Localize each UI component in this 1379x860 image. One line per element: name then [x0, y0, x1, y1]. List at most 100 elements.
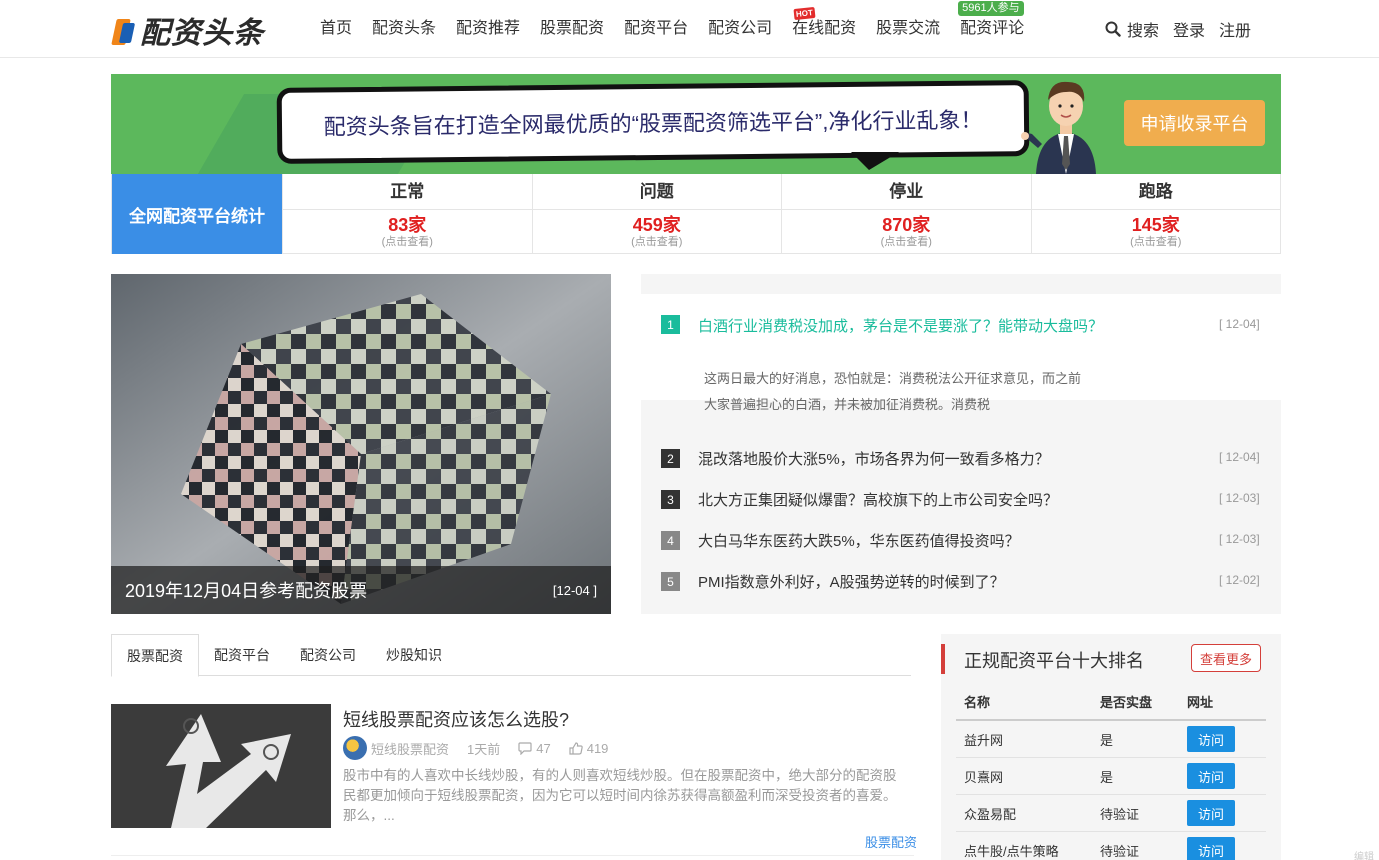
- nav-item-home[interactable]: 首页: [320, 0, 352, 58]
- visit-button[interactable]: 访问: [1187, 800, 1235, 826]
- headline-title[interactable]: 混改落地股价大涨5%，市场各界为何一致看多格力？: [698, 448, 1050, 469]
- article-summary: 股市中有的人喜欢中长线炒股，有的人则喜欢短线炒股。但在股票配资中，绝大部分的配资…: [343, 768, 897, 823]
- stat-closed[interactable]: 停业 870家 (点击查看): [781, 174, 1031, 253]
- stat-hint[interactable]: (点击查看): [1032, 236, 1281, 248]
- stat-normal[interactable]: 正常 83家 (点击查看): [282, 174, 532, 253]
- stats-heading: 全网配资平台统计: [112, 174, 282, 254]
- nav-item-stock-margin[interactable]: 股票配资: [540, 0, 604, 58]
- platform-name: 点牛股/点牛策略: [964, 843, 1059, 859]
- nav-item-online-label: 在线配资: [792, 20, 857, 37]
- real-trading-status: 待验证: [1100, 843, 1140, 859]
- rank-number: 4: [661, 531, 680, 550]
- hot-badge: HOT: [793, 6, 816, 21]
- featured-article-image[interactable]: 2019年12月04日参考配资股票 [12-04 ]: [111, 274, 611, 614]
- register-link[interactable]: 注册: [1219, 17, 1251, 41]
- comment-count-value: 47: [536, 740, 551, 756]
- stat-title: 跑路: [1031, 174, 1280, 210]
- site-header: 配资头条 首页 配资头条 配资推荐 股票配资 配资平台 配资公司 HOT 在线配…: [0, 0, 1379, 58]
- table-row: 点牛股/点牛策略 待验证 访问: [956, 832, 1266, 860]
- visit-button[interactable]: 访问: [1187, 837, 1235, 860]
- view-more-button[interactable]: 查看更多: [1191, 644, 1261, 672]
- headline-date: [ 12-03]: [1219, 532, 1260, 546]
- apply-listing-button[interactable]: 申请收录平台: [1124, 100, 1265, 146]
- nav-item-exchange[interactable]: 股票交流: [876, 0, 940, 58]
- logo-text: 配资头条: [140, 17, 264, 50]
- tab-platforms[interactable]: 配资平台: [199, 634, 285, 676]
- stat-problem[interactable]: 问题 459家 (点击查看): [531, 174, 782, 253]
- stat-title: 正常: [283, 174, 532, 210]
- nav-item-reviews[interactable]: 5961人参与 配资评论: [958, 0, 1024, 58]
- headline-date: [ 12-04]: [1219, 317, 1260, 331]
- article-time: 1天前: [467, 741, 501, 757]
- nav-item-companies[interactable]: 配资公司: [708, 0, 772, 58]
- headline-item-featured[interactable]: 1 白酒行业消费税没加成，茅台是不是要涨了？能带动大盘吗？ [ 12-04] 这…: [641, 294, 1281, 412]
- ranking-title: 正规配资平台十大排名: [964, 651, 1144, 671]
- login-link[interactable]: 登录: [1173, 17, 1205, 41]
- nav-item-headlines[interactable]: 配资头条: [372, 0, 436, 58]
- platform-stats: 全网配资平台统计 正常 83家 (点击查看) 问题 459家 (点击查看) 停业…: [111, 174, 1281, 254]
- stat-title: 停业: [782, 174, 1031, 210]
- banner-slogan: 配资头条旨在打造全网最优质的“股票配资筛选平台”,净化行业乱象！: [323, 107, 983, 140]
- like-count: 419: [569, 741, 608, 756]
- tab-knowledge[interactable]: 炒股知识: [371, 634, 457, 676]
- rank-number: 5: [661, 572, 680, 591]
- featured-title[interactable]: 2019年12月04日参考配资股票: [125, 577, 367, 603]
- site-logo[interactable]: 配资头条: [111, 12, 274, 50]
- headline-summary-line: 大家普遍担心的白酒，并未被加征消费税。消费税: [704, 397, 991, 412]
- stat-value[interactable]: 870家: [782, 214, 1031, 236]
- nav-item-online[interactable]: HOT 在线配资: [792, 0, 856, 58]
- speech-bubble-tail: [851, 152, 899, 170]
- nav-item-recommend[interactable]: 配资推荐: [456, 0, 520, 58]
- column-header: 网址: [1187, 695, 1214, 710]
- arrows-bitcoin-illustration: [111, 704, 331, 828]
- search-icon[interactable]: [1105, 21, 1121, 37]
- headline-date: [ 12-04]: [1219, 450, 1260, 464]
- headline-summary-line: 这两日最大的好消息，恐怕就是：消费税法公开征求意见，而之前: [704, 371, 1082, 386]
- nav-item-platforms[interactable]: 配资平台: [624, 0, 688, 58]
- article-title[interactable]: 短线股票配资应该怎么选股?: [343, 706, 569, 732]
- participants-badge: 5961人参与: [958, 1, 1024, 16]
- article-author[interactable]: 短线股票配资: [371, 739, 449, 758]
- stat-value[interactable]: 83家: [283, 214, 532, 236]
- headline-summary: 这两日最大的好消息，恐怕就是：消费税法公开征求意见，而之前 大家普遍担心的白酒，…: [704, 366, 1124, 418]
- ranking-accent-bar: [941, 644, 945, 674]
- column-header: 名称: [964, 695, 991, 710]
- stat-hint[interactable]: (点击查看): [782, 236, 1031, 248]
- tab-stock-margin[interactable]: 股票配资: [111, 634, 199, 677]
- tab-companies[interactable]: 配资公司: [285, 634, 371, 676]
- user-nav: 搜索 登录 注册: [1105, 0, 1265, 58]
- speech-bubble: 配资头条旨在打造全网最优质的“股票配资筛选平台”,净化行业乱象！: [276, 80, 1030, 164]
- promo-banner: 配资头条旨在打造全网最优质的“股票配资筛选平台”,净化行业乱象！ 申请收录平台: [111, 74, 1281, 174]
- real-trading-status: 是: [1100, 769, 1114, 785]
- visit-button[interactable]: 访问: [1187, 726, 1235, 752]
- table-row: 贝熹网 是 访问: [956, 758, 1266, 795]
- headline-title[interactable]: PMI指数意外利好，A股强势逆转的时候到了？: [698, 571, 1005, 592]
- headline-list: 1 白酒行业消费税没加成，茅台是不是要涨了？能带动大盘吗？ [ 12-04] 这…: [641, 274, 1281, 614]
- headline-title[interactable]: 北大方正集团疑似爆雷？高校旗下的上市公司安全吗？: [698, 489, 1058, 510]
- platform-name: 益升网: [964, 732, 1004, 748]
- stat-fled[interactable]: 跑路 145家 (点击查看): [1030, 174, 1281, 253]
- stat-value[interactable]: 145家: [1032, 214, 1281, 236]
- main-nav: 首页 配资头条 配资推荐 股票配资 配资平台 配资公司 HOT 在线配资 股票交…: [320, 0, 1044, 58]
- money-cube-illustration: [111, 274, 611, 614]
- headline-title[interactable]: 白酒行业消费税没加成，茅台是不是要涨了？能带动大盘吗？: [698, 315, 1103, 336]
- stat-hint[interactable]: (点击查看): [533, 236, 782, 248]
- column-header: 是否实盘: [1100, 695, 1153, 710]
- avatar[interactable]: [343, 736, 367, 760]
- search-link[interactable]: 搜索: [1127, 17, 1159, 41]
- logo-mark-icon: [111, 15, 138, 45]
- headline-title[interactable]: 大白马华东医药大跌5%，华东医药值得投资吗？: [698, 530, 1020, 551]
- article-thumbnail[interactable]: [111, 704, 331, 828]
- real-trading-status: 是: [1100, 732, 1114, 748]
- businessman-illustration-icon: [1021, 81, 1096, 174]
- stat-hint[interactable]: (点击查看): [283, 236, 532, 248]
- visit-button[interactable]: 访问: [1187, 763, 1235, 789]
- platform-name: 贝熹网: [964, 769, 1004, 785]
- rank-number: 1: [661, 315, 680, 334]
- stat-value[interactable]: 459家: [533, 214, 782, 236]
- featured-date: [12-04 ]: [552, 582, 597, 598]
- corner-label: 编辑: [1354, 852, 1374, 860]
- article-category-tag[interactable]: 股票配资: [865, 832, 917, 851]
- comment-icon: [518, 741, 532, 755]
- featured-caption[interactable]: 2019年12月04日参考配资股票 [12-04 ]: [111, 566, 611, 614]
